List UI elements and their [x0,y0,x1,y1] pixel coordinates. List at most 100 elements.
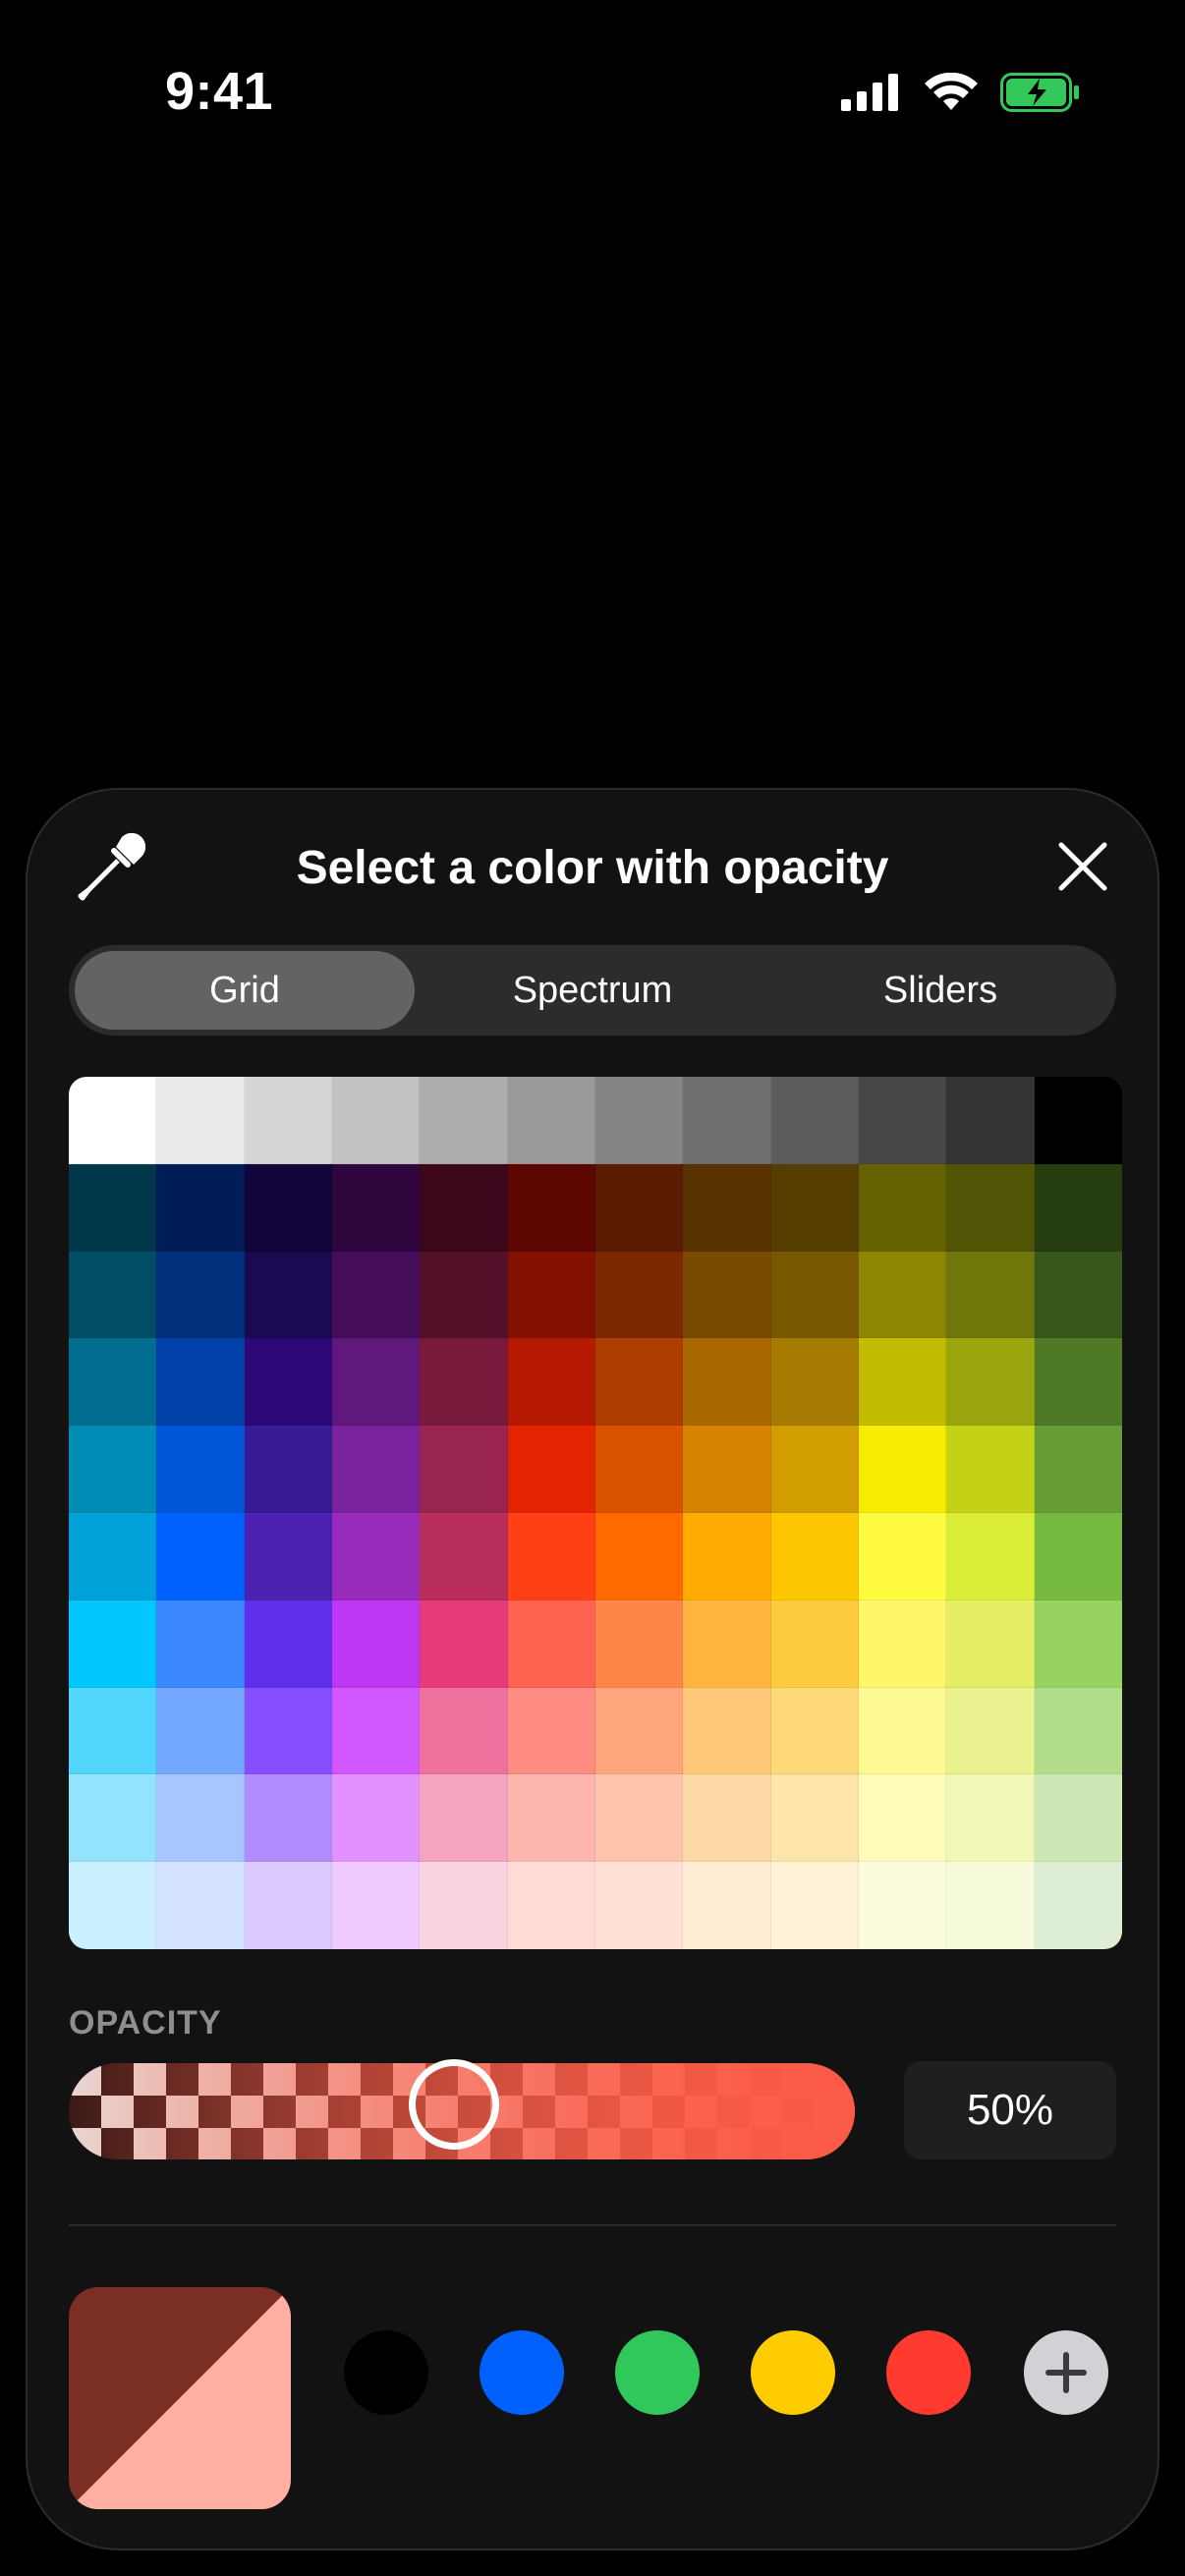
color-cell[interactable] [419,1861,509,1949]
add-swatch-button[interactable] [1024,2330,1108,2415]
color-cell[interactable] [1033,1425,1122,1514]
color-cell[interactable] [945,1773,1036,1864]
color-cell[interactable] [593,1162,685,1253]
color-cell[interactable] [1033,1077,1122,1165]
color-cell[interactable] [69,1162,158,1253]
color-cell[interactable] [330,1077,422,1165]
color-cell[interactable] [857,1077,948,1165]
color-cell[interactable] [419,1425,509,1514]
color-cell[interactable] [330,1773,422,1864]
color-cell[interactable] [419,1598,509,1689]
color-cell[interactable] [769,1337,861,1428]
color-cell[interactable] [1033,1250,1122,1340]
color-cell[interactable] [769,1425,861,1514]
color-cell[interactable] [857,1425,948,1514]
color-cell[interactable] [769,1773,861,1864]
color-cell[interactable] [506,1773,597,1864]
color-cell[interactable] [69,1337,158,1428]
color-cell[interactable] [69,1773,158,1864]
color-cell[interactable] [155,1337,246,1428]
color-cell[interactable] [419,1337,509,1428]
color-cell[interactable] [682,1425,772,1514]
color-cell[interactable] [243,1598,334,1689]
color-cell[interactable] [243,1425,334,1514]
color-cell[interactable] [945,1077,1036,1165]
color-cell[interactable] [243,1512,334,1601]
color-cell[interactable] [506,1077,597,1165]
color-cell[interactable] [857,1773,948,1864]
color-cell[interactable] [155,1686,246,1776]
color-cell[interactable] [857,1162,948,1253]
color-cell[interactable] [1033,1598,1122,1689]
color-cell[interactable] [1033,1162,1122,1253]
color-cell[interactable] [1033,1686,1122,1776]
color-cell[interactable] [419,1077,509,1165]
tab-spectrum[interactable]: Spectrum [423,951,762,1030]
color-cell[interactable] [857,1250,948,1340]
opacity-slider-thumb[interactable] [409,2059,499,2150]
color-cell[interactable] [330,1686,422,1776]
color-cell[interactable] [945,1686,1036,1776]
color-cell[interactable] [155,1077,246,1165]
color-cell[interactable] [69,1077,158,1165]
color-cell[interactable] [945,1337,1036,1428]
color-cell[interactable] [769,1162,861,1253]
color-cell[interactable] [506,1250,597,1340]
color-cell[interactable] [682,1077,772,1165]
color-cell[interactable] [1033,1861,1122,1949]
color-cell[interactable] [330,1162,422,1253]
color-cell[interactable] [155,1162,246,1253]
tab-grid[interactable]: Grid [75,951,415,1030]
color-cell[interactable] [769,1512,861,1601]
color-cell[interactable] [682,1686,772,1776]
color-cell[interactable] [857,1861,948,1949]
color-cell[interactable] [1033,1337,1122,1428]
color-cell[interactable] [593,1337,685,1428]
color-cell[interactable] [593,1686,685,1776]
color-cell[interactable] [945,1162,1036,1253]
color-cell[interactable] [945,1425,1036,1514]
color-cell[interactable] [419,1773,509,1864]
color-cell[interactable] [506,1861,597,1949]
color-cell[interactable] [506,1598,597,1689]
color-cell[interactable] [1033,1512,1122,1601]
color-cell[interactable] [506,1425,597,1514]
color-cell[interactable] [857,1337,948,1428]
color-cell[interactable] [593,1250,685,1340]
color-cell[interactable] [69,1250,158,1340]
color-cell[interactable] [69,1861,158,1949]
color-cell[interactable] [69,1425,158,1514]
color-cell[interactable] [593,1425,685,1514]
color-cell[interactable] [769,1077,861,1165]
color-cell[interactable] [682,1512,772,1601]
color-cell[interactable] [155,1598,246,1689]
color-cell[interactable] [243,1077,334,1165]
color-cell[interactable] [593,1861,685,1949]
color-cell[interactable] [243,1686,334,1776]
color-cell[interactable] [155,1425,246,1514]
color-cell[interactable] [419,1512,509,1601]
color-cell[interactable] [945,1512,1036,1601]
color-cell[interactable] [155,1861,246,1949]
color-cell[interactable] [419,1686,509,1776]
color-cell[interactable] [506,1162,597,1253]
color-cell[interactable] [330,1337,422,1428]
color-cell[interactable] [419,1162,509,1253]
color-cell[interactable] [155,1512,246,1601]
swatch-yellow[interactable] [751,2330,835,2415]
color-cell[interactable] [593,1598,685,1689]
color-cell[interactable] [330,1250,422,1340]
color-cell[interactable] [69,1598,158,1689]
color-cell[interactable] [243,1250,334,1340]
close-icon[interactable] [1055,839,1110,894]
color-cell[interactable] [69,1512,158,1601]
color-cell[interactable] [593,1773,685,1864]
color-cell[interactable] [330,1425,422,1514]
color-cell[interactable] [243,1337,334,1428]
color-cell[interactable] [945,1250,1036,1340]
color-cell[interactable] [593,1512,685,1601]
color-cell[interactable] [243,1162,334,1253]
color-cell[interactable] [330,1512,422,1601]
color-cell[interactable] [682,1773,772,1864]
color-cell[interactable] [857,1686,948,1776]
